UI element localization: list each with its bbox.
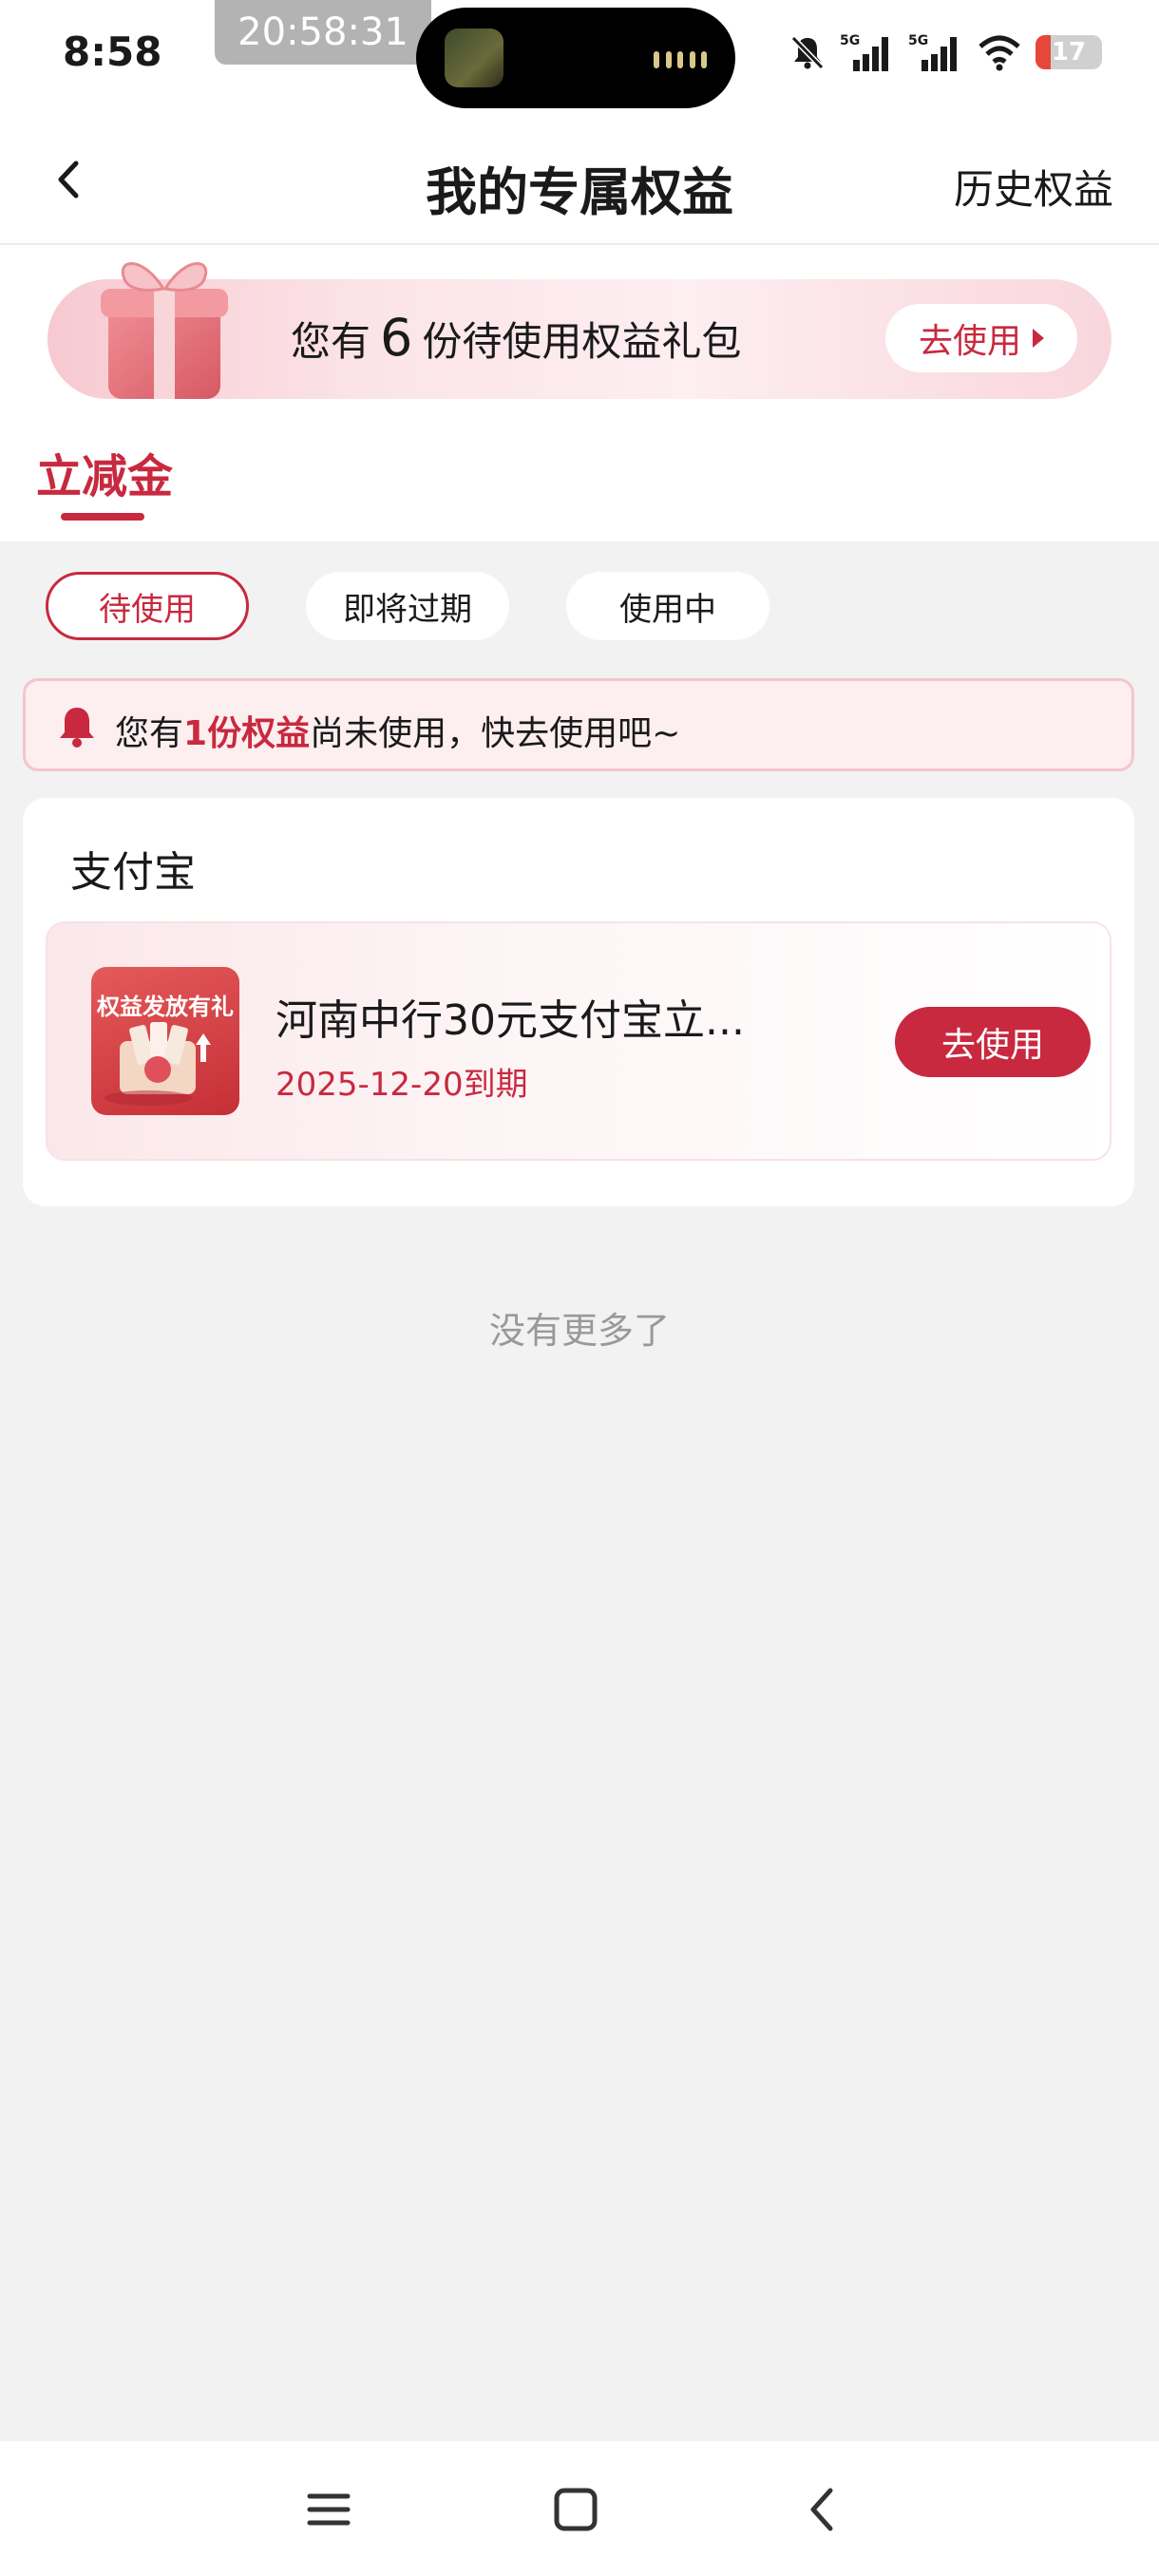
group-title: 支付宝 bbox=[70, 848, 196, 897]
dynamic-island[interactable] bbox=[416, 8, 735, 108]
gift-pack-prefix: 您有 bbox=[291, 318, 371, 365]
benefit-name: 河南中行30元支付宝立... bbox=[276, 996, 745, 1045]
benefit-thumbnail: 权益发放有礼 bbox=[91, 967, 239, 1115]
gift-pack-use-label: 去使用 bbox=[918, 322, 1021, 361]
tab-indicator bbox=[61, 513, 144, 521]
benefit-expiry: 2025-12-20到期 bbox=[276, 1066, 528, 1104]
gift-pack-suffix: 份待使用权益礼包 bbox=[422, 318, 742, 365]
filter-in-use[interactable]: 使用中 bbox=[566, 572, 770, 640]
notice-highlight: 1份权益 bbox=[183, 714, 311, 753]
status-icons: 5G 5G 17 bbox=[788, 28, 1102, 76]
system-nav-bar bbox=[0, 2441, 1159, 2576]
history-benefits-link[interactable]: 历史权益 bbox=[954, 158, 1113, 216]
tab-instant-discount[interactable]: 立减金 bbox=[36, 439, 173, 505]
red-envelope-icon bbox=[104, 1022, 211, 1106]
status-time: 8:58 bbox=[63, 28, 162, 75]
benefit-item[interactable]: 权益发放有礼 河南中行30元支付宝立... 2025-12-20到期 去使用 bbox=[46, 921, 1112, 1161]
notice-prefix: 您有 bbox=[115, 714, 184, 753]
screen-record-timer[interactable]: 20:58:31 bbox=[215, 0, 431, 65]
bell-muted-icon bbox=[790, 35, 825, 70]
notice-text: 您有1份权益尚未使用，快去使用吧~ bbox=[115, 706, 680, 755]
filter-expiring-soon[interactable]: 即将过期 bbox=[306, 572, 509, 640]
triangle-right-icon bbox=[1033, 329, 1044, 348]
home-icon[interactable] bbox=[549, 2483, 602, 2536]
notice-suffix: 尚未使用，快去使用吧~ bbox=[310, 714, 681, 753]
audio-wave-icon bbox=[654, 47, 707, 68]
battery-icon: 17 bbox=[1036, 35, 1102, 69]
wifi-icon bbox=[978, 35, 1020, 71]
bell-icon bbox=[60, 708, 94, 748]
signal-5g-icon-2: 5G bbox=[908, 33, 957, 71]
gift-pack-count: 6 bbox=[380, 308, 413, 368]
gift-box-icon bbox=[101, 262, 228, 399]
list-end-text: 没有更多了 bbox=[488, 1310, 670, 1352]
unused-benefit-notice: 您有1份权益尚未使用，快去使用吧~ bbox=[23, 678, 1134, 771]
signal-5g-icon: 5G bbox=[840, 33, 888, 71]
gift-pack-text: 您有 6 份待使用权益礼包 bbox=[291, 308, 741, 368]
media-thumbnail bbox=[445, 28, 504, 87]
nav-bar: 我的专属权益 历史权益 bbox=[0, 114, 1159, 245]
status-bar: 8:58 20:58:31 5G 5G 17 bbox=[0, 0, 1159, 114]
svg-text:5G: 5G bbox=[840, 33, 860, 48]
filter-pending[interactable]: 待使用 bbox=[46, 572, 249, 640]
battery-level: 17 bbox=[1051, 38, 1087, 66]
svg-text:5G: 5G bbox=[908, 33, 928, 48]
benefit-group-card: 支付宝 权益发放有礼 河南中行30元支付宝立... 2025-12-20到期 去… bbox=[23, 798, 1134, 1206]
use-benefit-button[interactable]: 去使用 bbox=[895, 1007, 1091, 1077]
back-icon[interactable] bbox=[796, 2483, 849, 2536]
menu-icon[interactable] bbox=[302, 2483, 355, 2536]
gift-pack-use-button[interactable]: 去使用 bbox=[885, 304, 1077, 372]
